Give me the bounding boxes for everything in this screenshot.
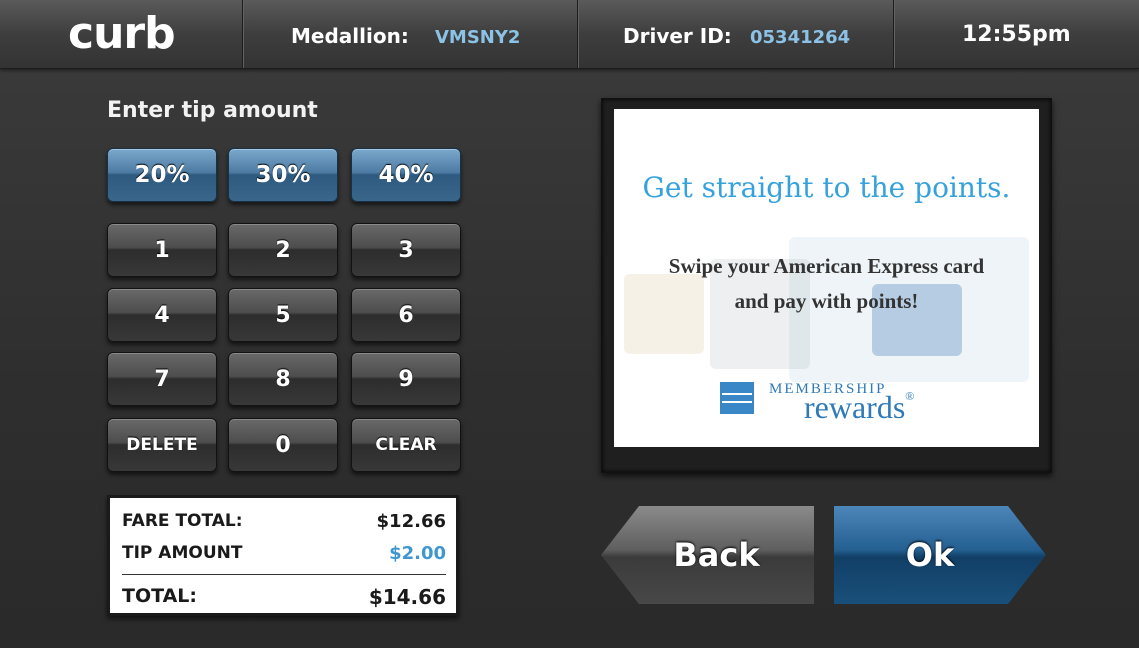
total-row: TOTAL: $14.66 [122, 585, 446, 609]
clear-button[interactable]: CLEAR [351, 418, 461, 472]
logo-cell: curb [0, 0, 243, 68]
card-image-gold [624, 274, 704, 354]
back-button[interactable]: Back [601, 506, 814, 604]
key-2[interactable]: 2 [228, 223, 338, 277]
ad-body-line-2: and pay with points! [734, 289, 919, 313]
ad-headline: Get straight to the points. [642, 171, 1011, 204]
ad-frame: Get straight to the points. Swipe your A… [601, 98, 1052, 473]
fare-total-value: $12.66 [376, 511, 446, 532]
medallion-cell: Medallion: VMSNY2 [243, 0, 578, 68]
driver-id-label: Driver ID: [623, 24, 732, 48]
fare-summary: FARE TOTAL: $12.66 TIP AMOUNT $2.00 TOTA… [107, 495, 459, 616]
key-9[interactable]: 9 [351, 352, 461, 406]
amex-advertisement[interactable]: Get straight to the points. Swipe your A… [614, 109, 1039, 447]
total-label: TOTAL: [122, 585, 198, 607]
top-header: curb Medallion: VMSNY2 Driver ID: 053412… [0, 0, 1139, 69]
total-value: $14.66 [368, 585, 446, 609]
driver-id-value: 05341264 [750, 27, 851, 48]
key-4[interactable]: 4 [107, 288, 217, 342]
ok-button-label: Ok [905, 536, 955, 574]
registered-mark: ® [905, 389, 915, 403]
clock-time: 12:55pm [962, 22, 1071, 47]
key-5[interactable]: 5 [228, 288, 338, 342]
key-8[interactable]: 8 [228, 352, 338, 406]
medallion-value: VMSNY2 [435, 27, 521, 48]
summary-divider [122, 574, 446, 575]
key-7[interactable]: 7 [107, 352, 217, 406]
tip-amount-label: TIP AMOUNT [122, 543, 243, 563]
medallion-label: Medallion: [291, 24, 409, 48]
fare-total-label: FARE TOTAL: [122, 511, 243, 531]
key-6[interactable]: 6 [351, 288, 461, 342]
key-0[interactable]: 0 [228, 418, 338, 472]
tip-30-percent-button[interactable]: 30% [228, 148, 338, 202]
key-3[interactable]: 3 [351, 223, 461, 277]
fare-total-row: FARE TOTAL: $12.66 [122, 511, 446, 532]
rewards-text: rewards [804, 389, 906, 425]
back-button-label: Back [673, 536, 760, 574]
tip-amount-value: $2.00 [389, 543, 446, 564]
key-1[interactable]: 1 [107, 223, 217, 277]
ad-body-line-1: Swipe your American Express card [668, 254, 985, 278]
tip-prompt: Enter tip amount [107, 98, 318, 123]
tip-amount-row: TIP AMOUNT $2.00 [122, 543, 446, 564]
curb-logo: curb [68, 8, 176, 59]
driver-id-cell: Driver ID: 05341264 [578, 0, 894, 68]
tip-20-percent-button[interactable]: 20% [107, 148, 217, 202]
tip-40-percent-button[interactable]: 40% [351, 148, 461, 202]
delete-button[interactable]: DELETE [107, 418, 217, 472]
amex-logo-icon [720, 382, 754, 414]
rewards-label: rewards® [804, 389, 914, 426]
ok-button[interactable]: Ok [834, 506, 1046, 604]
